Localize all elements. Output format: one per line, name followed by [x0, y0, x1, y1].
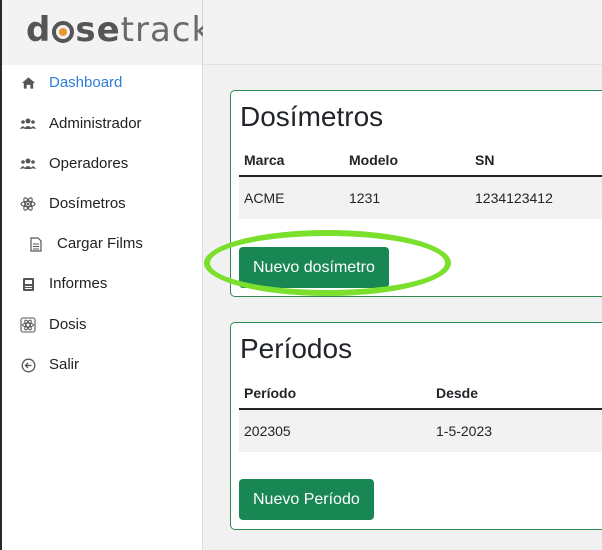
table-row[interactable]: ACME 1231 1234123412: [239, 177, 602, 219]
column-header: Período: [244, 385, 297, 401]
sidebar: Dashboard Administrador Operadores Dosím…: [2, 65, 203, 550]
sidebar-item-label: Operadores: [49, 155, 129, 172]
atom-icon: [20, 317, 36, 333]
dosimetros-table: Marca Modelo SN ACME 1231 1234123412: [239, 152, 602, 232]
dosetrack-logo: d setrack: [26, 10, 213, 50]
dosimetros-title: Dosímetros: [240, 101, 384, 132]
sidebar-item-informes[interactable]: Informes: [2, 269, 203, 299]
sidebar-item-label: Dosis: [49, 316, 87, 333]
table-cell: ACME: [244, 190, 285, 206]
column-header: Modelo: [349, 152, 398, 168]
periodos-table: Período Desde 202305 1-5-2023: [239, 385, 602, 465]
users-icon: [20, 156, 36, 172]
sidebar-item-label: Dashboard: [49, 74, 123, 91]
atom-icon: [20, 196, 36, 212]
sidebar-item-label: Informes: [49, 275, 108, 292]
sidebar-item-label: Dosímetros: [49, 195, 126, 212]
sidebar-item-dashboard[interactable]: Dashboard: [2, 68, 203, 98]
sidebar-item-dosis[interactable]: Dosis: [2, 310, 203, 340]
column-header: SN: [475, 152, 495, 168]
top-bar: [203, 0, 602, 65]
sidebar-item-label: Cargar Films: [57, 235, 143, 252]
sidebar-item-salir[interactable]: Salir: [2, 350, 203, 380]
file-icon: [28, 236, 44, 252]
sidebar-item-label: Administrador: [49, 115, 142, 132]
periodos-card: Períodos Período Desde 202305 1-5-2023 N…: [230, 322, 602, 530]
column-header: Desde: [436, 385, 479, 401]
table-cell: 1234123412: [475, 190, 553, 206]
sidebar-item-label: Salir: [49, 356, 80, 373]
table-cell: 202305: [244, 423, 291, 439]
table-cell: 1-5-2023: [436, 423, 493, 439]
sidebar-item-operadores[interactable]: Operadores: [2, 149, 203, 179]
column-header: Marca: [244, 152, 285, 168]
logo-area: d setrack: [2, 0, 211, 65]
nuevo-periodo-button[interactable]: Nuevo Período: [239, 479, 374, 520]
sidebar-item-dosimetros[interactable]: Dosímetros: [2, 189, 203, 219]
periodos-title: Períodos: [240, 333, 353, 364]
table-row[interactable]: 202305 1-5-2023: [239, 410, 602, 452]
exit-icon: [20, 357, 36, 373]
home-icon: [20, 75, 36, 91]
dosimetros-card: Dosímetros Marca Modelo SN ACME 1231 123…: [230, 90, 602, 297]
sidebar-item-administrador[interactable]: Administrador: [2, 109, 203, 139]
logo-o-icon: [52, 21, 75, 43]
main-content: Dosímetros Marca Modelo SN ACME 1231 123…: [203, 65, 602, 550]
users-icon: [20, 116, 36, 132]
sidebar-item-cargar-films[interactable]: Cargar Films: [2, 229, 203, 259]
report-icon: [20, 276, 36, 292]
nuevo-dosimetro-button[interactable]: Nuevo dosímetro: [239, 247, 389, 288]
table-cell: 1231: [349, 190, 381, 206]
